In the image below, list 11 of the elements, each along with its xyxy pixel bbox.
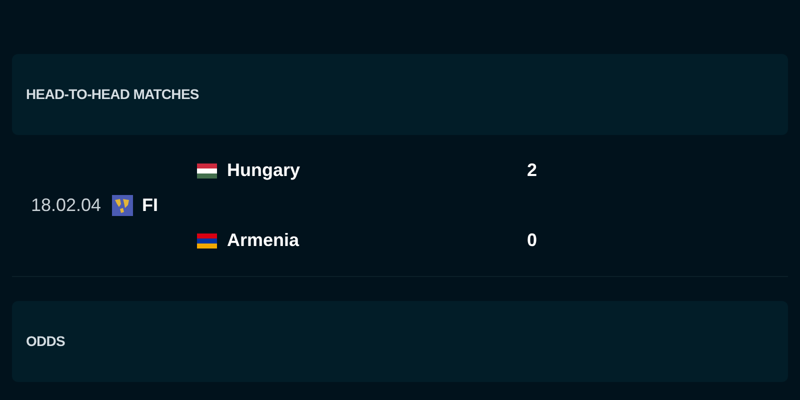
flag-icon xyxy=(197,162,217,178)
section-title: HEAD-TO-HEAD MATCHES xyxy=(26,85,199,104)
team-score: 2 xyxy=(527,159,538,182)
flag-icon xyxy=(197,232,217,248)
section-title: ODDS xyxy=(26,332,66,351)
match-date: 18.02.04 xyxy=(31,194,102,217)
team-name: Armenia xyxy=(227,229,300,252)
team-name: Hungary xyxy=(227,159,302,182)
competition-code: FI xyxy=(142,194,159,217)
team-score: 0 xyxy=(527,229,538,252)
globe-icon xyxy=(112,195,133,216)
